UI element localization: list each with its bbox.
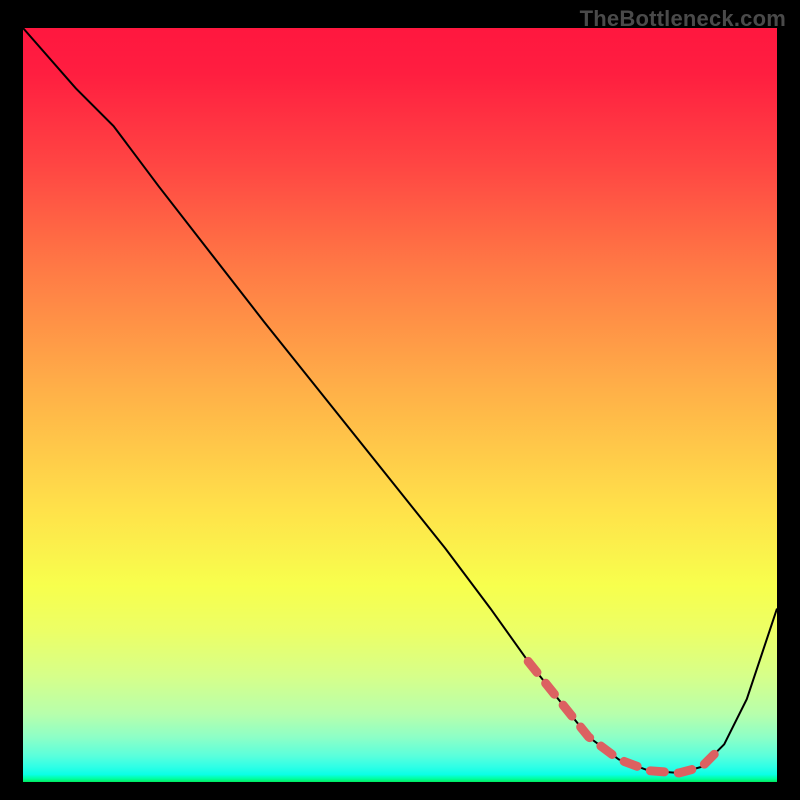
main-curve [23,28,777,773]
gradient-plot-area [23,28,777,782]
curve-svg [23,28,777,782]
chart-frame: TheBottleneck.com [0,0,800,800]
optimal-zone-dash [528,661,717,773]
watermark-text: TheBottleneck.com [580,6,786,32]
